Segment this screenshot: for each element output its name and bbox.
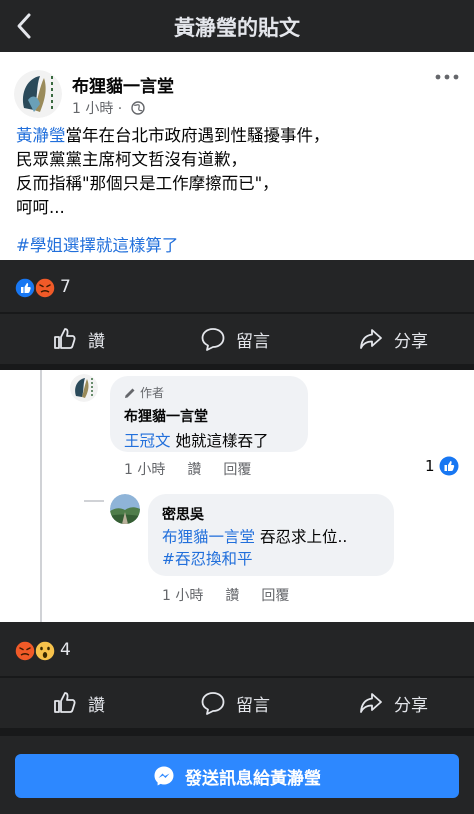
like-button[interactable]: 讚 xyxy=(52,326,105,352)
reaction-count-2: 4 xyxy=(60,640,71,660)
post-text-line: 當年在台北市政府遇到性騷擾事件， xyxy=(65,126,330,145)
reply-body: 吞忍求上位.. xyxy=(255,528,348,546)
share-label: 分享 xyxy=(394,695,428,716)
thumbs-up-icon xyxy=(54,692,76,713)
comment-mention-link[interactable]: 王冠文 xyxy=(124,432,171,450)
comment-like-button[interactable]: 讚 xyxy=(187,459,201,479)
comment-text: 王冠文 她就這樣吞了 xyxy=(124,429,268,451)
angry-wow-reaction-icons xyxy=(14,640,56,662)
comments-section: 作者 布狸貓一言堂 王冠文 她就這樣吞了 1 小時 讚 回覆 1 密思吳 布狸貓… xyxy=(0,370,474,622)
reply-text: 布狸貓一言堂 吞忍求上位.. #吞忍換和平 xyxy=(162,526,347,570)
post-action-bar: 讚 留言 分享 xyxy=(0,314,474,364)
author-avatar[interactable] xyxy=(14,70,62,118)
share-label: 分享 xyxy=(394,331,428,352)
comment-author-avatar[interactable] xyxy=(70,374,98,402)
like-reaction-icon xyxy=(439,456,459,476)
comment-meta: 1 小時 讚 回覆 xyxy=(124,459,251,479)
reply-reply-button[interactable]: 回覆 xyxy=(261,585,289,605)
messenger-icon xyxy=(154,766,174,786)
like-label: 讚 xyxy=(88,331,105,352)
comment-author-name[interactable]: 布狸貓一言堂 xyxy=(124,406,208,426)
post-text-line: 民眾黨黨主席柯文哲沒有道歉， xyxy=(16,150,247,169)
more-options-icon[interactable] xyxy=(434,70,460,84)
post-meta: 1 小時 · xyxy=(72,98,145,118)
comment-label: 留言 xyxy=(236,331,270,352)
reaction-count: 7 xyxy=(60,277,71,297)
reply-author-name[interactable]: 密思吳 xyxy=(162,504,204,524)
comment-button[interactable]: 留言 xyxy=(200,326,270,352)
reply-author-avatar[interactable] xyxy=(110,494,140,524)
post-hashtag[interactable]: #學姐選擇就這樣算了 xyxy=(16,232,178,256)
comment-bubble-icon xyxy=(201,328,225,351)
post-text-line: 呵呵... xyxy=(16,198,65,217)
comment-body: 她就這樣吞了 xyxy=(170,432,269,450)
pencil-icon xyxy=(125,388,135,398)
comment-time: 1 小時 xyxy=(124,462,166,478)
mention-link[interactable]: 黃瀞瑩 xyxy=(16,126,66,145)
comment-like-count[interactable]: 1 xyxy=(425,456,459,476)
reaction-summary[interactable]: 7 xyxy=(0,260,474,312)
share-button[interactable]: 分享 xyxy=(358,326,428,352)
divider xyxy=(0,728,474,736)
comment-label: 留言 xyxy=(236,695,270,716)
reply-meta: 1 小時 讚 回覆 xyxy=(162,585,289,605)
author-badge: 作者 xyxy=(124,384,164,401)
like-label: 讚 xyxy=(88,695,105,716)
reply-connector xyxy=(84,500,104,502)
comment-bubble: 作者 布狸貓一言堂 王冠文 她就這樣吞了 xyxy=(110,376,308,452)
author-badge-label: 作者 xyxy=(140,386,165,400)
reply-mention-link[interactable]: 布狸貓一言堂 xyxy=(162,528,255,546)
reply-bubble: 密思吳 布狸貓一言堂 吞忍求上位.. #吞忍換和平 xyxy=(148,494,394,576)
post-card: 布狸貓一言堂 1 小時 · 黃瀞瑩當年在台北市政府遇到性騷擾事件， 民眾黨黨主席… xyxy=(0,52,474,260)
post-action-bar-2: 讚 留言 分享 xyxy=(0,678,474,728)
share-arrow-icon xyxy=(360,693,382,713)
comment-button[interactable]: 留言 xyxy=(200,690,270,716)
post-author[interactable]: 布狸貓一言堂 xyxy=(72,72,174,97)
like-angry-reaction-icons xyxy=(14,277,56,299)
thread-line xyxy=(40,370,42,622)
comment-bubble-icon xyxy=(201,692,225,715)
globe-icon xyxy=(131,101,145,115)
post-time: 1 小時 · xyxy=(72,101,123,117)
reaction-summary-2[interactable]: 4 xyxy=(0,622,474,676)
post-text: 黃瀞瑩當年在台北市政府遇到性騷擾事件， 民眾黨黨主席柯文哲沒有道歉， 反而指稱"… xyxy=(16,124,456,220)
send-message-button[interactable]: 發送訊息給黃瀞瑩 xyxy=(15,754,459,798)
post-text-line: 反而指稱"那個只是工作摩擦而已"， xyxy=(16,174,279,193)
top-bar: 黃瀞瑩的貼文 xyxy=(0,0,474,52)
comment-like-count-number: 1 xyxy=(425,457,435,475)
reply-time: 1 小時 xyxy=(162,588,204,604)
comment-reply-button[interactable]: 回覆 xyxy=(223,459,251,479)
share-button[interactable]: 分享 xyxy=(358,690,428,716)
reply-like-button[interactable]: 讚 xyxy=(225,585,239,605)
send-message-label: 發送訊息給黃瀞瑩 xyxy=(185,768,321,789)
like-button[interactable]: 讚 xyxy=(52,690,105,716)
thumbs-up-icon xyxy=(54,328,76,349)
message-bar: 發送訊息給黃瀞瑩 xyxy=(0,736,474,814)
share-arrow-icon xyxy=(360,329,382,349)
reply-hashtag[interactable]: #吞忍換和平 xyxy=(162,548,347,570)
page-title: 黃瀞瑩的貼文 xyxy=(174,16,300,40)
